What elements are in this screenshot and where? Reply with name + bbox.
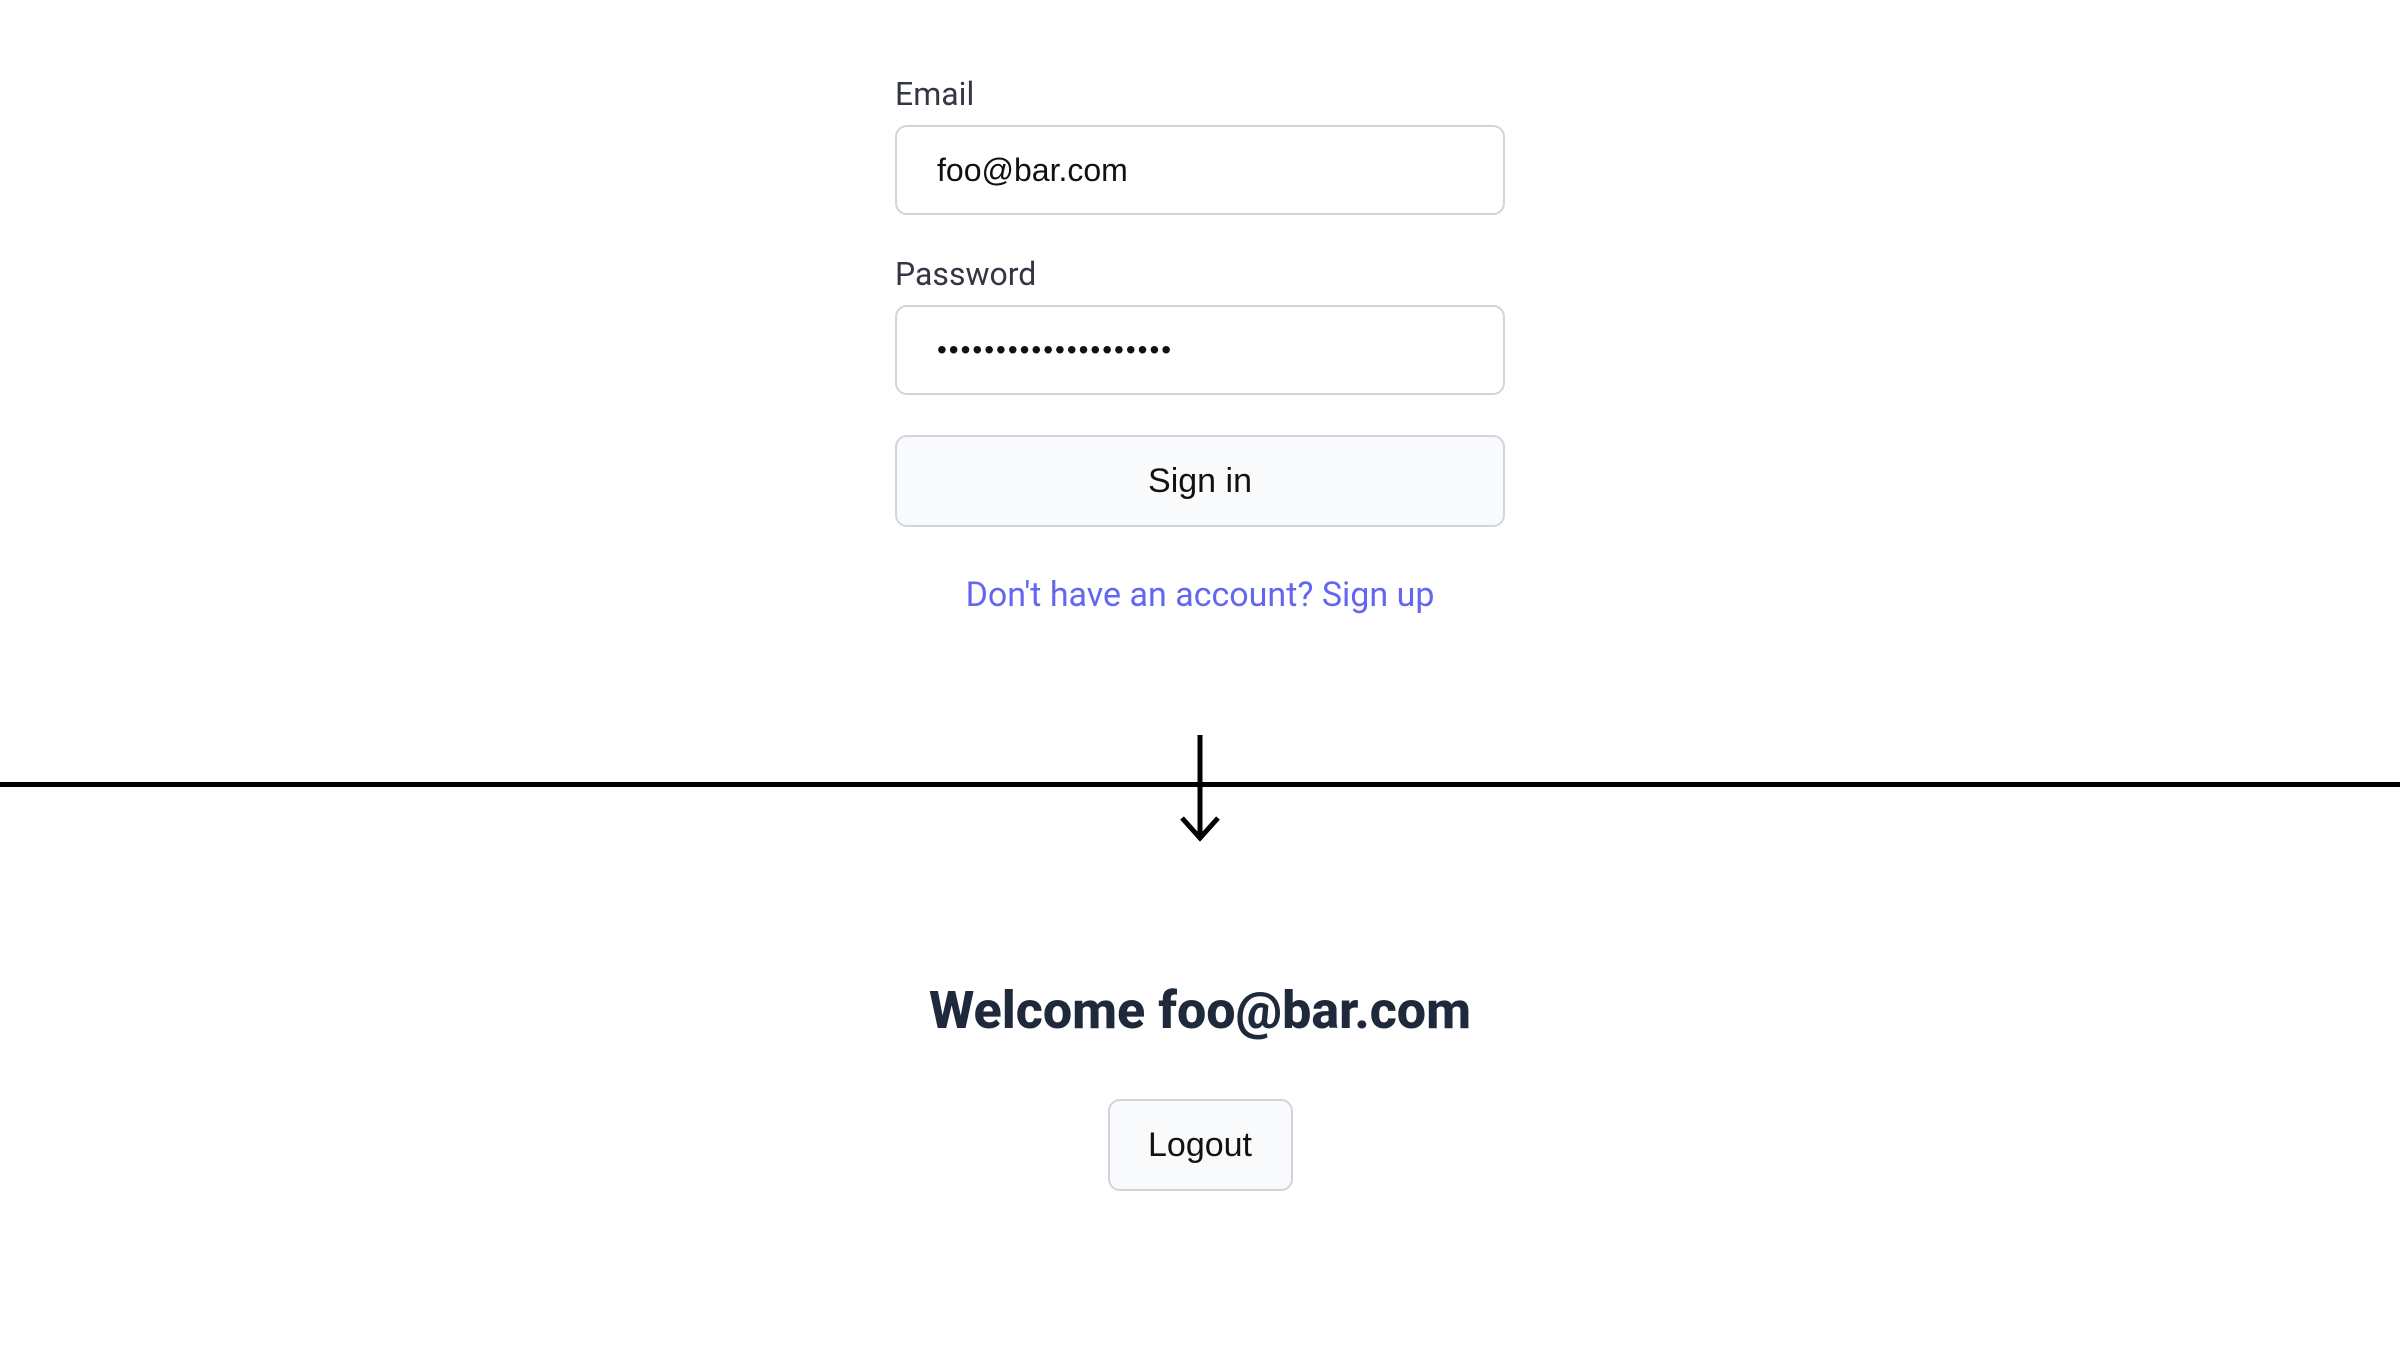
password-label: Password [895,255,1505,293]
welcome-heading: Welcome foo@bar.com [929,980,1471,1041]
signup-link[interactable]: Don't have an account? Sign up [895,575,1505,615]
email-group: Email [895,75,1505,215]
flow-divider [0,768,2400,878]
password-field[interactable] [895,305,1505,395]
welcome-section: Welcome foo@bar.com Logout [0,980,2400,1191]
login-form-section: Email Password Sign in Don't have an acc… [0,0,2400,615]
signin-button[interactable]: Sign in [895,435,1505,527]
email-label: Email [895,75,1505,113]
logout-button[interactable]: Logout [1108,1099,1293,1191]
password-group: Password [895,255,1505,395]
arrow-down-icon [1170,730,1230,850]
form-container: Email Password Sign in Don't have an acc… [895,75,1505,615]
email-field[interactable] [895,125,1505,215]
